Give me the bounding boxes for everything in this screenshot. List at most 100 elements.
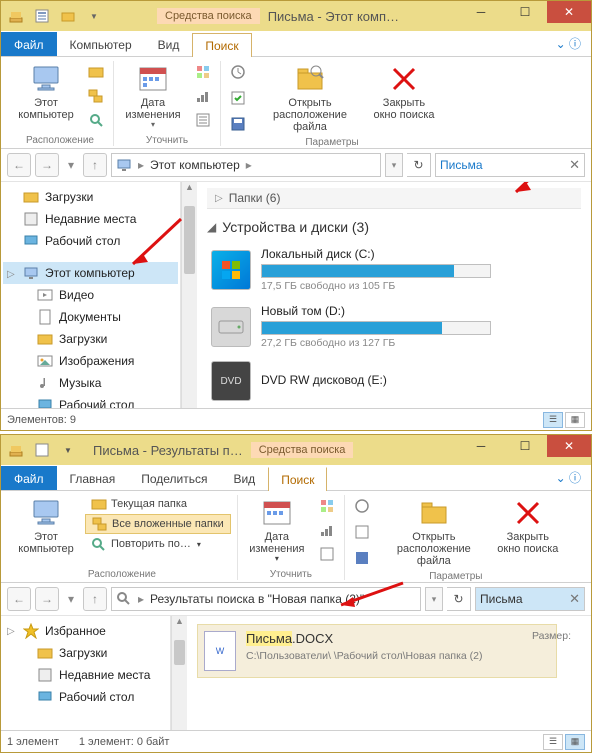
recent-searches-icon[interactable] xyxy=(351,495,373,517)
tree-downloads[interactable]: Загрузки xyxy=(3,186,178,208)
close-button[interactable]: ✕ xyxy=(547,435,591,457)
view-icons-button[interactable]: ▦ xyxy=(565,734,585,750)
search-input[interactable]: Письма ✕ xyxy=(435,153,585,177)
current-folder-button[interactable]: Текущая папка xyxy=(85,495,193,513)
group-params-label: Параметры xyxy=(305,137,358,148)
clear-search-icon[interactable]: ✕ xyxy=(569,157,580,173)
drive-dvd[interactable]: DVD DVD RW дисковод (E:) xyxy=(207,355,581,407)
recent-dropdown[interactable]: ▾ xyxy=(63,153,79,177)
tab-computer[interactable]: Компьютер xyxy=(57,32,145,56)
tab-home[interactable]: Главная xyxy=(57,466,129,490)
tree-recent[interactable]: Недавние места xyxy=(3,208,178,230)
tab-file[interactable]: Файл xyxy=(1,466,57,490)
minimize-button[interactable]: ─ xyxy=(459,435,503,457)
qat-new-folder-icon[interactable] xyxy=(57,5,79,27)
folder-icon xyxy=(37,645,53,661)
tree-desktop2[interactable]: Рабочий стол xyxy=(3,394,178,408)
drive-d[interactable]: Новый том (D:) 27,2 ГБ свободно из 127 Г… xyxy=(207,298,581,355)
system-menu-icon[interactable] xyxy=(5,5,27,27)
refresh-button[interactable]: ↻ xyxy=(407,153,431,177)
kind-filter-icon[interactable] xyxy=(316,495,338,517)
minimize-button[interactable]: ─ xyxy=(459,1,503,23)
tree-documents[interactable]: Документы xyxy=(3,306,178,328)
tree-music[interactable]: Музыка xyxy=(3,372,178,394)
search-again-button[interactable]: Повторить по…▾ xyxy=(85,535,207,553)
crumb-dropdown[interactable]: ▾ xyxy=(385,153,403,177)
devices-header[interactable]: ◢Устройства и диски (3) xyxy=(207,219,581,235)
ribbon-help-icon[interactable]: ⌄ ⓘ xyxy=(552,465,585,490)
refresh-button[interactable]: ↻ xyxy=(447,587,471,611)
qat-properties-icon[interactable] xyxy=(31,5,53,27)
back-button[interactable]: ← xyxy=(7,587,31,611)
tree-videos[interactable]: Видео xyxy=(3,284,178,306)
nav-tree[interactable]: Загрузки Недавние места Рабочий стол ▷Эт… xyxy=(1,182,181,408)
view-icons-button[interactable]: ▦ xyxy=(565,412,585,428)
up-button[interactable]: ↑ xyxy=(83,153,107,177)
tree-images[interactable]: Изображения xyxy=(3,350,178,372)
open-location-button[interactable]: Открыть расположение файла xyxy=(255,61,365,133)
up-button[interactable]: ↑ xyxy=(83,587,107,611)
view-details-button[interactable]: ☰ xyxy=(543,734,563,750)
other-filter-icon[interactable] xyxy=(192,109,214,131)
advanced-options-icon[interactable] xyxy=(227,87,249,109)
clear-search-icon[interactable]: ✕ xyxy=(569,591,580,607)
forward-button[interactable]: → xyxy=(35,153,59,177)
recent-dropdown[interactable]: ▾ xyxy=(63,587,79,611)
tree-downloads[interactable]: Загрузки xyxy=(3,642,168,664)
small-folder-icon[interactable] xyxy=(85,61,107,83)
dvd-icon: DVD xyxy=(211,361,251,401)
drive-c[interactable]: Локальный диск (C:) 17,5 ГБ свободно из … xyxy=(207,241,581,298)
folders-header[interactable]: ▷Папки (6) xyxy=(207,188,581,209)
small-subfolder-icon[interactable] xyxy=(85,85,107,107)
date-modified-button[interactable]: Дата изменения ▾ xyxy=(244,495,310,564)
system-menu-icon[interactable] xyxy=(5,439,27,461)
forward-button[interactable]: → xyxy=(35,587,59,611)
all-subfolders-button[interactable]: Все вложенные папки xyxy=(85,514,231,534)
tab-view[interactable]: Вид xyxy=(220,466,268,490)
qat-dropdown-icon[interactable]: ▼ xyxy=(83,5,105,27)
tree-desktop[interactable]: Рабочий стол xyxy=(3,230,178,252)
small-search-again-icon[interactable] xyxy=(85,109,107,131)
size-filter-icon[interactable] xyxy=(192,85,214,107)
breadcrumb[interactable]: ▸ Этот компьютер ▸ xyxy=(111,153,381,177)
tab-search[interactable]: Поиск xyxy=(192,33,251,57)
close-search-button[interactable]: Закрыть окно поиска xyxy=(371,61,437,121)
tree-this-pc[interactable]: ▷Этот компьютер xyxy=(3,262,178,284)
ribbon-help-icon[interactable]: ⌄ ⓘ xyxy=(552,31,585,56)
result-item[interactable]: W Письма.DOCX C:\Пользователи\ \Рабочий … xyxy=(197,624,557,678)
tree-recent[interactable]: Недавние места xyxy=(3,664,168,686)
tree-scrollbar[interactable]: ▲ xyxy=(171,616,187,730)
tree-downloads2[interactable]: Загрузки xyxy=(3,328,178,350)
tab-search[interactable]: Поиск xyxy=(268,467,327,491)
back-button[interactable]: ← xyxy=(7,153,31,177)
tab-file[interactable]: Файл xyxy=(1,32,57,56)
this-pc-button[interactable]: Этот компьютер xyxy=(13,61,79,121)
open-folder-icon xyxy=(418,497,450,529)
tab-share[interactable]: Поделиться xyxy=(128,466,220,490)
date-modified-button[interactable]: Дата изменения ▾ xyxy=(120,61,186,130)
tree-scrollbar[interactable]: ▲ xyxy=(181,182,197,408)
kind-filter-icon[interactable] xyxy=(192,61,214,83)
nav-tree[interactable]: ▷Избранное Загрузки Недавние места Рабоч… xyxy=(1,616,171,730)
tree-favorites[interactable]: ▷Избранное xyxy=(3,620,168,642)
close-button[interactable]: ✕ xyxy=(547,1,591,23)
this-pc-button[interactable]: Этот компьютер xyxy=(13,495,79,555)
maximize-button[interactable]: ☐ xyxy=(503,435,547,457)
view-details-button[interactable]: ☰ xyxy=(543,412,563,428)
qat-properties-icon[interactable] xyxy=(31,439,53,461)
tab-view[interactable]: Вид xyxy=(145,32,193,56)
other-filter-icon[interactable] xyxy=(316,543,338,565)
save-search-icon[interactable] xyxy=(351,547,373,569)
qat-dropdown-icon[interactable]: ▼ xyxy=(57,439,79,461)
open-location-button[interactable]: Открыть расположение файла xyxy=(379,495,489,567)
breadcrumb[interactable]: ▸ Результаты поиска в "Новая папка (2)" xyxy=(111,587,421,611)
recent-searches-icon[interactable] xyxy=(227,61,249,83)
save-search-icon[interactable] xyxy=(227,113,249,135)
crumb-dropdown[interactable]: ▾ xyxy=(425,587,443,611)
tree-desktop[interactable]: Рабочий стол xyxy=(3,686,168,708)
advanced-options-icon[interactable] xyxy=(351,521,373,543)
search-input[interactable]: Письма ✕ xyxy=(475,587,585,611)
maximize-button[interactable]: ☐ xyxy=(503,1,547,23)
close-search-button[interactable]: Закрыть окно поиска xyxy=(495,495,561,555)
size-filter-icon[interactable] xyxy=(316,519,338,541)
